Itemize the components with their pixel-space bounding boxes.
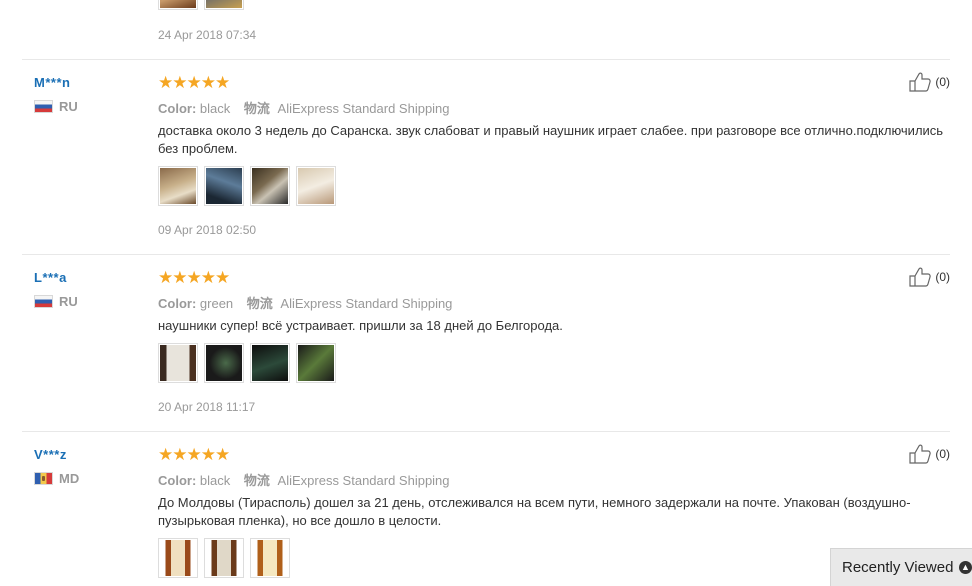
review-divider: [22, 59, 950, 60]
shipping-value: AliExpress Standard Shipping: [280, 296, 453, 311]
recently-viewed-label: Recently Viewed: [842, 559, 954, 576]
country-code: RU: [59, 294, 78, 309]
shipping-label: 物流: [246, 296, 273, 311]
review-text: наушники супер! всё устраивает. пришли з…: [158, 318, 563, 333]
review-attributes: Color: green 物流 AliExpress Standard Ship…: [158, 293, 452, 312]
star-rating: ★★★★★: [158, 445, 230, 464]
helpful-count: (0): [935, 447, 950, 461]
review-item: M***n RU ★★★★★ Color: black 物流 AliExpres…: [0, 72, 972, 255]
review-item: V***z MD ★★★★★ Color: black 物流 AliExpres…: [0, 444, 972, 586]
review-item: L***a RU ★★★★★ Color: green 物流 AliExpres…: [0, 267, 972, 430]
review-photo-thumbnail[interactable]: [250, 166, 290, 206]
recently-viewed-button[interactable]: Recently Viewed ▲: [830, 548, 972, 586]
reviewer-country: RU: [34, 294, 78, 309]
review-photo-thumbnail[interactable]: [158, 343, 198, 383]
shipping-value: AliExpress Standard Shipping: [277, 473, 450, 488]
review-photo-thumbnail[interactable]: [250, 538, 290, 578]
russia-flag-icon: [34, 295, 53, 308]
shipping-label: 物流: [243, 473, 270, 488]
review-photos: [158, 538, 290, 578]
review-photo-thumbnail[interactable]: [296, 343, 336, 383]
helpful-count: (0): [935, 75, 950, 89]
review-photos: [158, 166, 336, 206]
shipping-label: 物流: [243, 101, 270, 116]
review-photo-thumbnail[interactable]: [204, 0, 244, 10]
helpful-button[interactable]: (0): [909, 267, 950, 287]
review-divider: [22, 254, 950, 255]
review-photo-thumbnail[interactable]: [204, 538, 244, 578]
color-value: black: [199, 101, 231, 116]
star-rating: ★★★★★: [158, 73, 230, 92]
thumbs-up-icon: [909, 72, 933, 92]
review-text: доставка около 3 недель до Саранска. зву…: [158, 123, 944, 156]
shipping-value: AliExpress Standard Shipping: [277, 101, 450, 116]
helpful-button[interactable]: (0): [909, 72, 950, 92]
moldova-flag-icon: [34, 472, 53, 485]
color-value: black: [199, 473, 231, 488]
reviewer-country: MD: [34, 471, 79, 486]
review-photo-thumbnail[interactable]: [158, 166, 198, 206]
country-code: MD: [59, 471, 80, 486]
review-photo-thumbnail[interactable]: [158, 0, 198, 10]
review-photo-thumbnail[interactable]: [158, 538, 198, 578]
color-label: Color:: [158, 296, 197, 311]
review-photo-thumbnail[interactable]: [250, 343, 290, 383]
color-label: Color:: [158, 101, 197, 116]
review-attributes: Color: black 物流 AliExpress Standard Ship…: [158, 98, 450, 117]
review-date: 09 Apr 2018 02:50: [158, 223, 257, 237]
review-text: До Молдовы (Тирасполь) дошел за 21 день,…: [158, 495, 911, 528]
review-photos-partial: [158, 0, 244, 10]
reviewer-name[interactable]: V***z: [34, 447, 67, 462]
helpful-count: (0): [935, 270, 950, 284]
chevron-up-icon: ▲: [959, 561, 972, 574]
helpful-button[interactable]: (0): [909, 444, 950, 464]
color-value: green: [199, 296, 234, 311]
color-label: Color:: [158, 473, 197, 488]
review-photos: [158, 343, 336, 383]
reviewer-name[interactable]: M***n: [34, 75, 70, 90]
thumbs-up-icon: [909, 267, 933, 287]
review-photo-thumbnail[interactable]: [296, 166, 336, 206]
review-divider: [22, 431, 950, 432]
star-rating: ★★★★★: [158, 268, 230, 287]
reviewer-name[interactable]: L***a: [34, 270, 67, 285]
review-photo-thumbnail[interactable]: [204, 166, 244, 206]
reviewer-country: RU: [34, 99, 78, 114]
thumbs-up-icon: [909, 444, 933, 464]
russia-flag-icon: [34, 100, 53, 113]
review-attributes: Color: black 物流 AliExpress Standard Ship…: [158, 470, 450, 489]
review-date: 20 Apr 2018 11:17: [158, 400, 256, 414]
country-code: RU: [59, 99, 78, 114]
review-date: 24 Apr 2018 07:34: [158, 28, 257, 42]
review-photo-thumbnail[interactable]: [204, 343, 244, 383]
